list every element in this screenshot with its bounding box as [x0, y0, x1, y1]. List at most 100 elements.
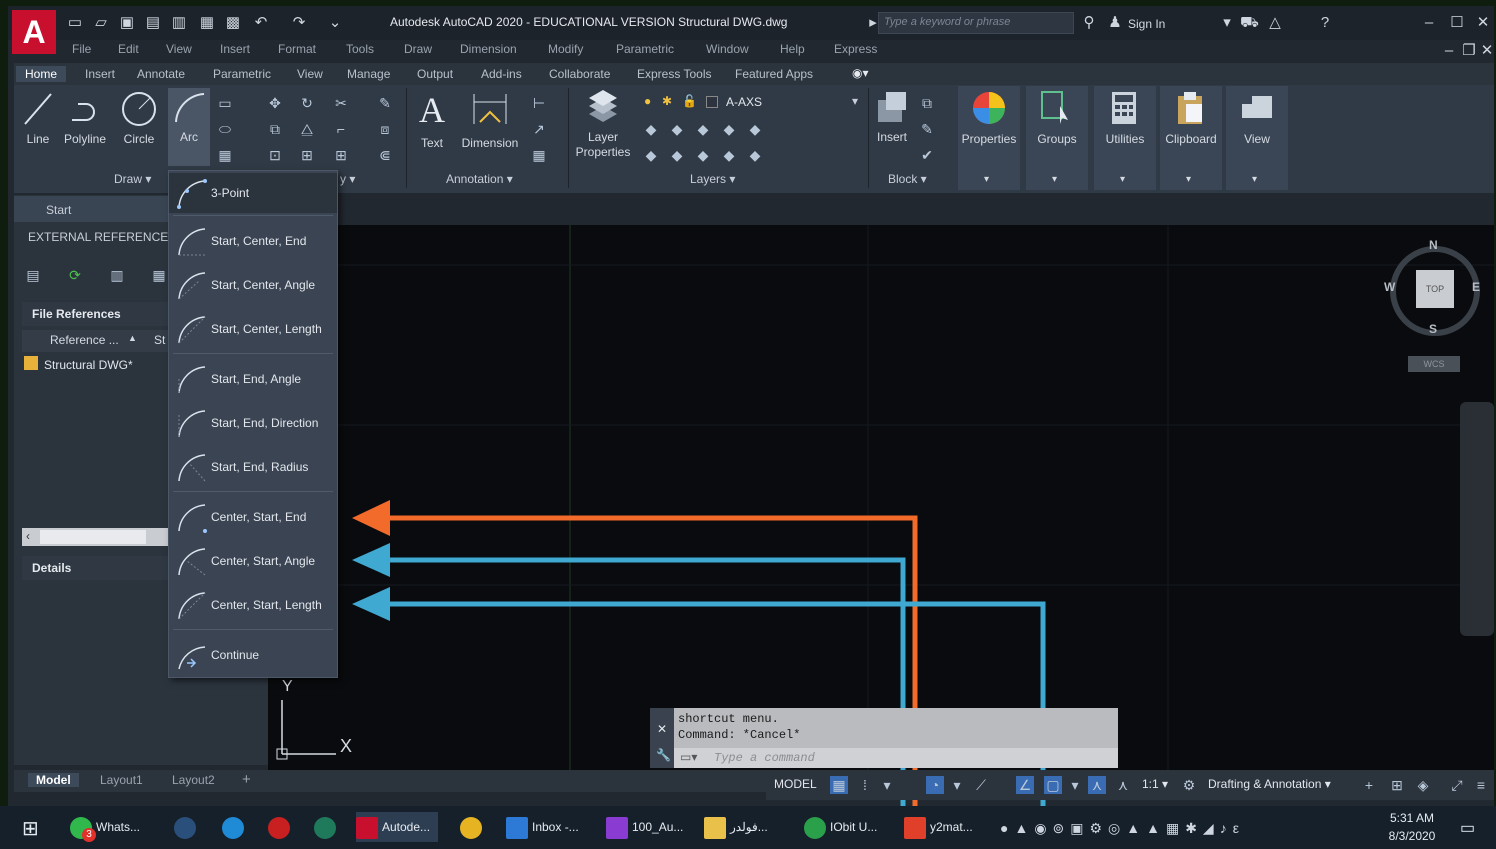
snap-icon[interactable]: ⁞: [856, 776, 874, 794]
taskbar-app-iobit[interactable]: IObit U...: [804, 812, 877, 842]
polyline-button[interactable]: Polyline: [60, 90, 110, 146]
start-tab[interactable]: Start: [14, 196, 168, 222]
refresh-icon[interactable]: ⟳: [66, 266, 84, 284]
line-button[interactable]: Line: [18, 90, 58, 146]
taskbar-app-y2mate[interactable]: y2mat...: [904, 812, 973, 842]
utilities-tile[interactable]: Utilities ▾: [1094, 86, 1156, 190]
gear-icon[interactable]: ⚙: [1180, 776, 1198, 794]
redo-icon[interactable]: ↷: [290, 14, 308, 32]
annotation-scale[interactable]: 1:1 ▾: [1142, 777, 1168, 791]
object-snap-tracking-icon[interactable]: ∠: [1016, 776, 1034, 794]
tab-parametric[interactable]: Parametric: [204, 66, 280, 82]
leader-icon[interactable]: ↗: [530, 120, 548, 138]
tab-collaborate[interactable]: Collaborate: [540, 66, 619, 82]
layer-tool-icon[interactable]: ◆: [694, 120, 712, 138]
tab-layout2[interactable]: Layout2: [172, 773, 215, 787]
scale-icon[interactable]: ⊞: [298, 146, 316, 164]
taskbar-app-whatsapp[interactable]: Whats...: [70, 812, 140, 842]
taskbar-app-folder[interactable]: فولدر...: [704, 812, 768, 842]
sign-in-link[interactable]: Sign In: [1128, 17, 1165, 31]
arc-start-center-end[interactable]: Start, Center, End: [169, 221, 337, 261]
rectangle-icon[interactable]: ▭: [216, 94, 234, 112]
annotation-panel-title[interactable]: Annotation ▾: [446, 172, 513, 186]
arc-3-point[interactable]: 3-Point: [169, 173, 337, 213]
save-icon[interactable]: ▣: [118, 14, 136, 32]
tab-home[interactable]: Home: [16, 66, 67, 82]
menu-modify[interactable]: Modify: [548, 42, 583, 56]
tab-insert[interactable]: Insert: [76, 66, 124, 82]
erase-icon[interactable]: ✎: [376, 94, 394, 112]
view-tile[interactable]: View ▾: [1226, 86, 1288, 190]
viewcube-north[interactable]: N: [1429, 238, 1438, 252]
user-icon[interactable]: ♟: [1106, 14, 1124, 32]
open-folder-icon[interactable]: ▱: [92, 14, 110, 32]
chevron-down-icon[interactable]: ▾: [1218, 14, 1236, 32]
menu-parametric[interactable]: Parametric: [616, 42, 674, 56]
polar-tracking-icon[interactable]: ◔: [926, 776, 944, 794]
open-web-icon[interactable]: ▥: [170, 14, 188, 32]
maximize-icon[interactable]: ☐: [1448, 14, 1466, 32]
model-space-button[interactable]: MODEL: [774, 777, 817, 791]
taskbar-app-mail[interactable]: Inbox -...: [506, 812, 579, 842]
layer-tool-icon[interactable]: ◆: [746, 146, 764, 164]
layer-tool-icon[interactable]: ◆: [694, 146, 712, 164]
add-layout-button[interactable]: +: [242, 771, 251, 788]
taskbar-app-autocad[interactable]: Autode...: [356, 812, 439, 842]
menu-draw[interactable]: Draw: [404, 42, 432, 56]
save-web-icon[interactable]: ▦: [198, 14, 216, 32]
viewcube-south[interactable]: S: [1429, 322, 1437, 336]
layers-panel-title[interactable]: Layers ▾: [690, 172, 735, 186]
menu-view[interactable]: View: [166, 42, 192, 56]
explode-icon[interactable]: ⧈: [376, 120, 394, 138]
menu-insert[interactable]: Insert: [220, 42, 250, 56]
clock-date[interactable]: 8/3/2020: [1388, 829, 1436, 843]
scroll-thumb[interactable]: [40, 530, 146, 544]
arc-start-end-angle[interactable]: Start, End, Angle: [169, 359, 337, 399]
taskbar-app-edge[interactable]: [222, 812, 248, 842]
block-panel-title[interactable]: Block ▾: [888, 172, 927, 186]
notifications-icon[interactable]: ▭: [1460, 818, 1475, 838]
close-icon[interactable]: ✕: [657, 722, 667, 736]
layer-properties-button[interactable]: Layer Properties: [572, 88, 634, 160]
help-xref-icon[interactable]: ▦: [150, 266, 168, 284]
chevron-down-icon[interactable]: ▾: [1066, 776, 1084, 794]
viewcube-east[interactable]: E: [1472, 280, 1480, 294]
cart-icon[interactable]: ⛟: [1240, 14, 1259, 32]
insert-block-button[interactable]: Insert: [872, 88, 912, 144]
doc-minimize-icon[interactable]: –: [1440, 42, 1458, 60]
customize-qa-icon[interactable]: ⌄: [326, 14, 344, 32]
ribbon-toggle-icon[interactable]: ◉▾: [852, 66, 869, 80]
arc-center-start-length[interactable]: Center, Start, Length: [169, 585, 337, 625]
tab-express-tools[interactable]: Express Tools: [628, 66, 720, 82]
command-input[interactable]: ▭▾ Type a command: [674, 748, 1118, 768]
scroll-left-icon[interactable]: ‹: [26, 529, 30, 543]
groups-tile[interactable]: Groups ▾: [1026, 86, 1088, 190]
arc-start-end-radius[interactable]: Start, End, Radius: [169, 447, 337, 487]
draw-panel-title[interactable]: Draw ▾: [114, 172, 151, 186]
linear-dim-icon[interactable]: ⊢: [530, 94, 548, 112]
tab-model[interactable]: Model: [28, 773, 79, 787]
arc-start-center-length[interactable]: Start, Center, Length: [169, 309, 337, 349]
clipboard-tile[interactable]: Clipboard ▾: [1160, 86, 1222, 190]
isolate-objects-icon[interactable]: ◈: [1414, 776, 1432, 794]
doc-restore-icon[interactable]: ❐: [1460, 42, 1478, 60]
fillet-icon[interactable]: ⌐: [332, 120, 350, 138]
layer-tool-icon[interactable]: ◆: [720, 146, 738, 164]
undo-icon[interactable]: ↶: [252, 14, 270, 32]
arc-center-start-angle[interactable]: Center, Start, Angle: [169, 541, 337, 581]
create-block-icon[interactable]: ⧉: [918, 94, 936, 112]
layer-tool-icon[interactable]: ◆: [642, 146, 660, 164]
taskbar-app-circle[interactable]: [174, 812, 200, 842]
menu-help[interactable]: Help: [780, 42, 805, 56]
menu-express[interactable]: Express: [834, 42, 877, 56]
menu-file[interactable]: File: [72, 42, 91, 56]
tab-featured-apps[interactable]: Featured Apps: [726, 66, 822, 82]
command-icon[interactable]: ▭▾: [680, 750, 697, 764]
auto-scale-icon[interactable]: ⋏: [1114, 776, 1132, 794]
text-button[interactable]: A Text: [414, 88, 450, 150]
layer-dropdown[interactable]: ● ✱ 🔓 A-AXS ▾: [640, 92, 866, 112]
mirror-icon[interactable]: ⧋: [298, 120, 316, 138]
table-icon[interactable]: ▦: [530, 146, 548, 164]
annotation-visibility-icon[interactable]: ⋏: [1088, 776, 1106, 794]
modify-panel-expander[interactable]: y ▾: [340, 172, 355, 186]
